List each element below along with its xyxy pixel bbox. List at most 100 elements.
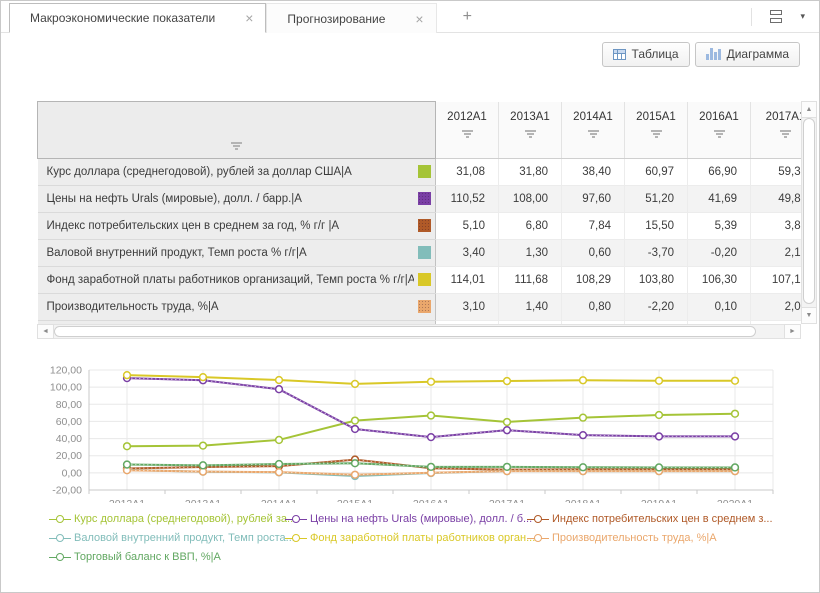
- value-cell[interactable]: 49,80: [751, 185, 802, 212]
- filter-icon[interactable]: [780, 130, 791, 138]
- value-cell[interactable]: 108,29: [562, 266, 625, 293]
- row-label[interactable]: Индекс потребительских цен в среднем за …: [38, 212, 414, 239]
- app-window: Макроэкономические показатели × Прогнози…: [0, 0, 820, 593]
- window-controls: ▾: [751, 1, 819, 32]
- chart-view-button[interactable]: Диаграмма: [695, 42, 800, 67]
- tab-forecasting[interactable]: Прогнозирование ×: [266, 3, 436, 33]
- value-cell[interactable]: 0,60: [562, 239, 625, 266]
- table-row[interactable]: Фонд заработной платы работников организ…: [38, 266, 802, 293]
- value-cell[interactable]: 60,97: [625, 158, 688, 185]
- horizontal-scroll-thumb[interactable]: [54, 326, 756, 337]
- value-cell[interactable]: 3,10: [436, 293, 499, 320]
- legend-item[interactable]: Цены на нефть Urals (мировые), долл. / б…: [285, 513, 527, 525]
- value-cell[interactable]: 38,40: [562, 158, 625, 185]
- value-cell[interactable]: 31,80: [499, 158, 562, 185]
- close-icon[interactable]: ×: [245, 11, 253, 25]
- horizontal-scrollbar[interactable]: ◄ ►: [37, 324, 801, 339]
- legend-item[interactable]: Производительность труда, %|А: [527, 532, 773, 544]
- filter-icon[interactable]: [231, 142, 242, 150]
- filter-icon[interactable]: [525, 130, 536, 138]
- legend-item[interactable]: Индекс потребительских цен в среднем з..…: [527, 513, 773, 525]
- svg-text:80,00: 80,00: [56, 399, 82, 411]
- column-header[interactable]: 2014A1: [562, 102, 625, 159]
- scroll-right-icon[interactable]: ►: [784, 324, 801, 339]
- value-cell[interactable]: -0,20: [688, 239, 751, 266]
- value-cell[interactable]: 66,90: [688, 158, 751, 185]
- value-cell[interactable]: 110,52: [436, 185, 499, 212]
- filter-icon[interactable]: [588, 130, 599, 138]
- value-cell[interactable]: 2,00: [751, 293, 802, 320]
- add-tab-button[interactable]: +: [463, 9, 472, 25]
- value-cell[interactable]: 107,10: [751, 266, 802, 293]
- value-cell[interactable]: -3,70: [625, 239, 688, 266]
- value-cell[interactable]: -2,20: [625, 293, 688, 320]
- value-cell[interactable]: 41,69: [688, 185, 751, 212]
- row-label[interactable]: Производительность труда, %|А: [38, 293, 414, 320]
- scroll-up-icon[interactable]: ▲: [801, 101, 817, 118]
- value-cell[interactable]: 106,30: [688, 266, 751, 293]
- column-header[interactable]: 2013A1: [499, 102, 562, 159]
- value-cell[interactable]: 103,80: [625, 266, 688, 293]
- value-cell[interactable]: 0,80: [562, 293, 625, 320]
- legend-item[interactable]: Торговый баланс к ВВП, %|А: [49, 551, 285, 563]
- svg-text:2019A1: 2019A1: [641, 498, 677, 503]
- value-cell[interactable]: 31,08: [436, 158, 499, 185]
- vertical-scrollbar[interactable]: ▲ ▼: [801, 101, 817, 324]
- legend-item[interactable]: Фонд заработной платы работников орган..…: [285, 532, 527, 544]
- table-view-button[interactable]: Таблица: [602, 42, 690, 67]
- value-cell[interactable]: 1,30: [499, 239, 562, 266]
- value-cell[interactable]: 3,80: [751, 212, 802, 239]
- value-cell[interactable]: 1,40: [499, 293, 562, 320]
- scroll-left-icon[interactable]: ◄: [37, 324, 54, 339]
- filter-icon[interactable]: [462, 130, 473, 138]
- row-label[interactable]: Фонд заработной платы работников организ…: [38, 266, 414, 293]
- value-cell[interactable]: 0,10: [688, 293, 751, 320]
- value-cell[interactable]: 7,84: [562, 212, 625, 239]
- scroll-down-icon[interactable]: ▼: [801, 307, 817, 324]
- value-cell[interactable]: 2,10: [751, 239, 802, 266]
- vertical-scroll-thumb[interactable]: [803, 118, 815, 304]
- legend-label: Фонд заработной платы работников орган..…: [310, 532, 535, 544]
- value-cell[interactable]: 3,40: [436, 239, 499, 266]
- series-color-cell: [414, 158, 436, 185]
- table-row[interactable]: Производительность труда, %|А 3,101,400,8…: [38, 293, 802, 320]
- value-cell[interactable]: 114,01: [436, 266, 499, 293]
- svg-text:20,00: 20,00: [56, 450, 82, 462]
- series-color-swatch: [418, 165, 431, 178]
- filter-icon[interactable]: [714, 130, 725, 138]
- table-row[interactable]: Индекс потребительских цен в среднем за …: [38, 212, 802, 239]
- value-cell[interactable]: 97,60: [562, 185, 625, 212]
- table-row[interactable]: Валовой внутренний продукт, Темп роста %…: [38, 239, 802, 266]
- column-header[interactable]: 2017A1: [751, 102, 802, 159]
- row-header-cell[interactable]: [38, 102, 436, 159]
- value-cell[interactable]: 6,80: [499, 212, 562, 239]
- value-cell[interactable]: 59,35: [751, 158, 802, 185]
- row-label[interactable]: Цены на нефть Urals (мировые), долл. / б…: [38, 185, 414, 212]
- column-header[interactable]: 2012A1: [436, 102, 499, 159]
- column-header[interactable]: 2016A1: [688, 102, 751, 159]
- legend-item[interactable]: Валовой внутренний продукт, Темп роста..…: [49, 532, 285, 544]
- dropdown-caret-icon[interactable]: ▾: [800, 11, 805, 22]
- row-label[interactable]: Курс доллара (среднегодовой), рублей за …: [38, 158, 414, 185]
- value-cell[interactable]: 111,68: [499, 266, 562, 293]
- series-color-cell: [414, 266, 436, 293]
- table-row[interactable]: Цены на нефть Urals (мировые), долл. / б…: [38, 185, 802, 212]
- legend-item[interactable]: Курс доллара (среднегодовой), рублей за.…: [49, 513, 285, 525]
- table-row[interactable]: Курс доллара (среднегодовой), рублей за …: [38, 158, 802, 185]
- tab-macroeconomic-indicators[interactable]: Макроэкономические показатели ×: [9, 3, 266, 33]
- row-label[interactable]: Валовой внутренний продукт, Темп роста %…: [38, 239, 414, 266]
- svg-text:2020A1: 2020A1: [717, 498, 753, 503]
- layout-icon[interactable]: [770, 10, 782, 23]
- svg-text:2017A1: 2017A1: [489, 498, 525, 503]
- filter-icon[interactable]: [651, 130, 662, 138]
- value-cell[interactable]: 15,50: [625, 212, 688, 239]
- value-cell[interactable]: 5,39: [688, 212, 751, 239]
- value-cell[interactable]: 51,20: [625, 185, 688, 212]
- value-cell[interactable]: 108,00: [499, 185, 562, 212]
- column-header-label: 2015A1: [625, 111, 687, 123]
- series-color-cell: [414, 185, 436, 212]
- column-header[interactable]: 2015A1: [625, 102, 688, 159]
- close-icon[interactable]: ×: [415, 12, 423, 26]
- value-cell[interactable]: 5,10: [436, 212, 499, 239]
- legend-label: Индекс потребительских цен в среднем з..…: [552, 513, 773, 525]
